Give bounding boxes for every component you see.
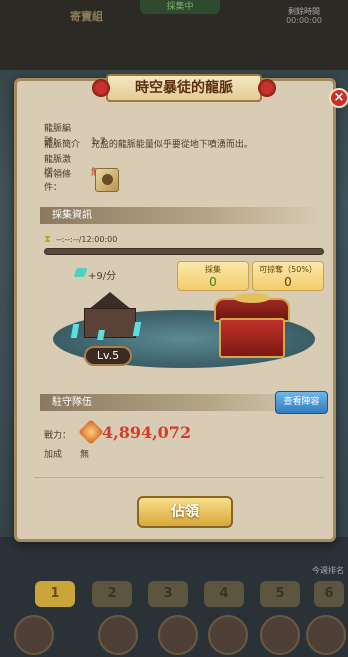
crystal-shard <box>97 330 105 340</box>
page-tab-4[interactable]: 4 <box>204 581 244 607</box>
rank-label[interactable]: 今週排名 <box>312 565 344 576</box>
info-desc-row: 龍脈簡介 充盈的龍脈能量似乎要從地下噴湧而出。 <box>44 137 253 150</box>
collect-section-header: 採集資訊 <box>40 207 324 224</box>
stat-collected: 採集 0 <box>177 261 249 291</box>
page-tab-3[interactable]: 3 <box>148 581 188 607</box>
stat-collected-label: 採集 <box>205 265 221 274</box>
page-tab-6[interactable]: 6 <box>314 581 344 607</box>
divider <box>34 477 324 478</box>
stat-plunder: 可掠奪（50%） 0 <box>252 261 324 291</box>
top-title: 寄寶組 <box>70 10 103 23</box>
page-tab-5[interactable]: 5 <box>260 581 300 607</box>
nav-icon-1[interactable] <box>98 615 138 655</box>
close-button[interactable]: × <box>329 88 348 108</box>
bonus-label: 加成 <box>44 450 63 460</box>
stat-plunder-value: 0 <box>284 275 292 289</box>
dialog-title: 時空暴徒的龍脈 <box>92 74 276 102</box>
desc-value: 充盈的龍脈能量似乎要從地下噴湧而出。 <box>90 140 253 150</box>
time-value: 00:00:00 <box>286 16 322 25</box>
nav-icon-4[interactable] <box>260 615 300 655</box>
hourglass-icon: ⧗ <box>44 234 52 245</box>
desc-label: 龍脈簡介 <box>44 140 81 150</box>
bonus-value: 無 <box>80 450 90 460</box>
building-body <box>84 308 136 338</box>
stat-plunder-label: 可掠奪（50%） <box>259 265 317 274</box>
condition-label: 佔領條件： <box>44 170 72 193</box>
back-icon[interactable] <box>14 615 54 655</box>
dragon-vein-building-icon[interactable] <box>70 292 148 344</box>
page-tab-1[interactable]: 1 <box>35 581 75 607</box>
collect-progress-bar <box>44 248 324 255</box>
status-badge: 採集中 <box>140 0 220 14</box>
dragon-ornament <box>234 293 270 303</box>
level-badge: Lv.5 <box>84 346 132 366</box>
stat-collected-value: 0 <box>209 275 217 289</box>
crystal-shard <box>132 322 142 336</box>
nav-icon-3[interactable] <box>208 615 248 655</box>
collect-time: --:--:--/12:00:00 <box>56 235 118 244</box>
page-tab-2[interactable]: 2 <box>92 581 132 607</box>
power-value: 4,894,072 <box>102 423 192 442</box>
treasure-chest-icon[interactable] <box>219 318 285 358</box>
info-condition-row: 佔領條件： <box>44 167 88 193</box>
condition-item-icon[interactable] <box>95 168 119 192</box>
view-lineup-button[interactable]: 查看陣容 <box>275 391 328 414</box>
top-bar: 寄寶組 採集中 剩餘時間 00:00:00 <box>0 0 348 70</box>
collect-rate: +9/分 <box>88 271 117 282</box>
occupy-button[interactable]: 佔領 <box>137 496 233 528</box>
nav-icon-2[interactable] <box>158 615 198 655</box>
crystal-shard <box>70 324 80 338</box>
power-label: 戰力： <box>44 431 72 441</box>
nav-icon-5[interactable] <box>306 615 346 655</box>
